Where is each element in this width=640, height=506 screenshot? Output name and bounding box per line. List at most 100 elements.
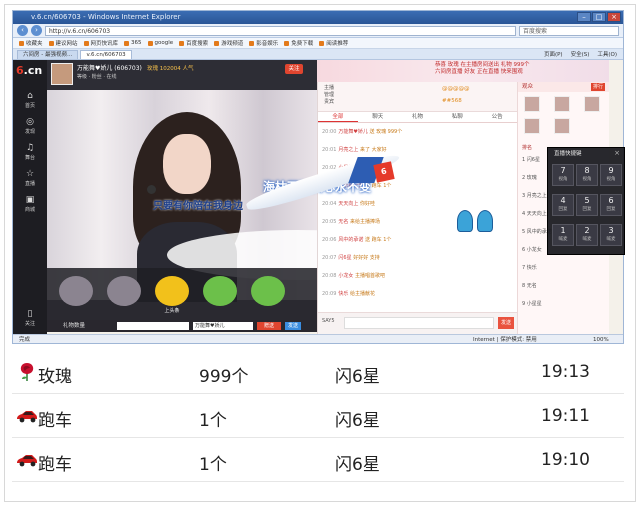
gold-badge: @@@@@ (442, 86, 470, 92)
chat-send-button[interactable]: 发送 (498, 317, 514, 329)
gift-time: 19:10 (541, 450, 590, 470)
site-sidebar: 6.cn ⌂ 首页 ◎ 发现 ♫ 舞台 ☆ 直播 ▣ 商城 ▯ 关注 (13, 60, 47, 334)
favorite-item[interactable]: 网页快讯库 (83, 39, 118, 47)
popup-title: 直播快捷键 (554, 151, 582, 157)
keypad-key[interactable]: 7 视角 (552, 164, 574, 186)
search-input[interactable]: 百度搜索 (519, 25, 619, 36)
site-logo[interactable]: 6.cn (16, 64, 44, 78)
gift-slot[interactable] (107, 276, 141, 306)
rank-item[interactable]: 8 无名 (522, 282, 537, 289)
rank-item[interactable]: 4 天天向上 (522, 210, 547, 217)
gift-send-button[interactable]: 赠送 (257, 322, 281, 330)
favorite-item[interactable]: 建议网站 (48, 39, 78, 47)
page-menu[interactable]: 页面(P) (544, 50, 563, 58)
chat-input[interactable] (344, 317, 494, 329)
browser-tab[interactable]: 六间房 - 最强视频… (17, 50, 79, 59)
gift-slot-headline[interactable]: 上头条 (155, 276, 189, 314)
keypad-key[interactable]: 3 喊麦 (600, 224, 622, 246)
chat-message[interactable]: 20:05 无名 来给主播捧场 (322, 218, 380, 225)
anchor-avatar[interactable] (51, 63, 73, 85)
gift-slot[interactable] (59, 276, 93, 306)
viewer-avatar[interactable] (554, 96, 570, 112)
minimize-button[interactable]: – (577, 12, 591, 22)
chat-message[interactable]: 20:01 月亮之上 来了 大家好 (322, 146, 387, 153)
browser-tab-active[interactable]: v.6.cn/606703 (80, 50, 132, 59)
gift-slot[interactable] (251, 276, 285, 306)
chat-target-select[interactable]: SAY5 (322, 318, 335, 324)
rank-item[interactable]: 1 闪6星 (522, 156, 540, 163)
keypad-key[interactable]: 8 视角 (576, 164, 598, 186)
favorite-item[interactable]: 365 (124, 40, 142, 46)
viewer-avatar[interactable] (524, 118, 540, 134)
gift-name: 跑车 (38, 455, 72, 475)
rank-item[interactable]: 6 小龙女 (522, 246, 542, 253)
gift-recipient-select[interactable]: 万能舞♥娇儿 (193, 322, 253, 330)
send-button[interactable]: 发送 (285, 322, 301, 330)
address-bar[interactable]: http://v.6.cn/606703 (45, 25, 516, 36)
status-bar: 完成 Internet | 保护模式: 禁用 100% (13, 334, 623, 343)
back-icon[interactable]: ‹ (17, 25, 28, 36)
viewer-avatar[interactable] (554, 118, 570, 134)
chat-message[interactable]: 20:06 风中的承诺 送 跑车 1个 (322, 236, 391, 243)
sidebar-item-home[interactable]: ⌂ 首页 (17, 90, 43, 112)
keypad-key[interactable]: 6 回复 (600, 194, 622, 216)
tab-notice[interactable]: 公告 (477, 112, 517, 122)
zoom-level[interactable]: 100% (593, 335, 609, 343)
chat-message[interactable]: 20:09 快乐 给主播献花 (322, 290, 375, 297)
gift-sender: 闪6星 (335, 411, 380, 431)
keypad-key[interactable]: 2 喊麦 (576, 224, 598, 246)
sidebar-item-follow[interactable]: ▯ 关注 (17, 308, 43, 330)
anchor-name[interactable]: 万能舞♥娇儿 (606703) (77, 63, 142, 72)
sidebar-item-discover[interactable]: ◎ 发现 (17, 116, 43, 138)
sidebar-item-live[interactable]: ☆ 直播 (17, 168, 43, 190)
favorite-item[interactable]: 阅读推荐 (319, 39, 348, 47)
rank-item[interactable]: 9 小星星 (522, 300, 542, 307)
six-cn-logo-icon: 6 (373, 161, 395, 183)
chat-message[interactable]: 20:08 小龙女 主播唱首歌吧 (322, 272, 385, 279)
tools-menu[interactable]: 工具(O) (597, 50, 617, 58)
tab-gifts[interactable]: 礼物 (398, 112, 438, 122)
favorite-item[interactable]: google (147, 40, 173, 46)
page-icon (124, 40, 130, 46)
rank-button[interactable]: 排行 (591, 83, 605, 91)
gift-time: 19:13 (541, 362, 590, 382)
gift-sender: 闪6星 (335, 455, 380, 475)
safety-menu[interactable]: 安全(S) (571, 50, 590, 58)
keypad-key[interactable]: 5 回复 (576, 194, 598, 216)
keypad-key[interactable]: 1 喊麦 (552, 224, 574, 246)
keypad-key[interactable]: 9 视角 (600, 164, 622, 186)
sidebar-item-mall[interactable]: ▣ 商城 (17, 194, 43, 216)
favorite-item[interactable]: 百度搜索 (179, 39, 208, 47)
browser-window: v.6.cn/606703 - Windows Internet Explore… (12, 10, 624, 344)
rank-item[interactable]: 2 玫瑰 (522, 174, 537, 181)
favorite-item[interactable]: 影音娱乐 (249, 39, 278, 47)
maximize-button[interactable]: □ (592, 12, 606, 22)
tab-private[interactable]: 私聊 (437, 112, 477, 122)
favorite-item[interactable]: 收藏夹 (19, 39, 43, 47)
favorite-item[interactable]: 游戏频道 (214, 39, 243, 47)
chat-message[interactable]: 20:00 万能舞♥娇儿 送 玫瑰 999个 (322, 128, 402, 135)
close-icon[interactable]: × (614, 149, 620, 157)
microphone-icon (147, 185, 156, 194)
banner-news[interactable]: 恭喜 玫瑰 在主播房间送出 礼物 999个 六间房直播 好友 正在直播 快来围观 (435, 62, 530, 76)
favorite-item[interactable]: 免费下载 (284, 39, 313, 47)
chat-message[interactable]: 20:07 闪6星 好好好 支持 (322, 254, 380, 261)
sidebar-item-stage[interactable]: ♫ 舞台 (17, 142, 43, 164)
close-button[interactable]: × (607, 12, 621, 22)
rank-item[interactable]: 7 快乐 (522, 264, 537, 271)
follow-button[interactable]: 关注 (285, 64, 303, 74)
top-banner: 恭喜 玫瑰 在主播房间送出 礼物 999个 六间房直播 好友 正在直播 快来围观 (317, 60, 609, 82)
tab-bar: 六间房 - 最强视频… v.6.cn/606703 页面(P) 安全(S) 工具… (13, 49, 623, 60)
tab-all[interactable]: 全部 (318, 112, 358, 122)
forward-icon[interactable]: › (31, 25, 42, 36)
gift-slot[interactable] (203, 276, 237, 306)
viewer-avatar[interactable] (524, 96, 540, 112)
tab-chat[interactable]: 聊天 (358, 112, 398, 122)
gift-count-input[interactable] (117, 322, 189, 330)
viewer-avatar[interactable] (584, 96, 600, 112)
keypad-key[interactable]: 4 回复 (552, 194, 574, 216)
rank-item[interactable]: 3 月亮之上 (522, 192, 547, 199)
cartoon-figures-icon (457, 210, 497, 232)
gift-quantity: 999个 (199, 367, 249, 387)
gift-record-row: 跑车 1个 闪6星 19:11 (12, 394, 624, 438)
